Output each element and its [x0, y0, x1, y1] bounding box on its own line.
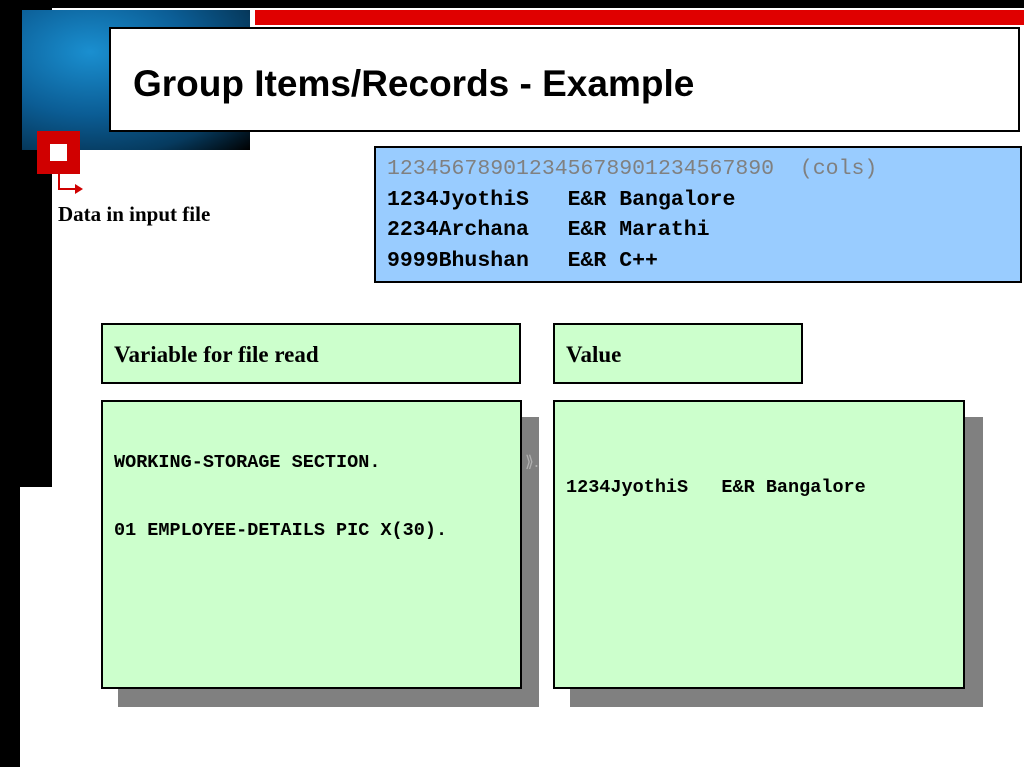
slide-title: Group Items/Records - Example	[133, 63, 695, 104]
bullet-label: Data in input file	[58, 202, 211, 226]
code-line: WORKING-STORAGE SECTION.	[114, 452, 381, 473]
value-header: Value	[553, 323, 803, 384]
corner-arrow-icon	[58, 174, 83, 194]
variable-code-box: WORKING-STORAGE SECTION. 01 EMPLOYEE-DET…	[101, 400, 522, 689]
input-data-box: 123456789012345678901234567890 (cols) 12…	[374, 146, 1022, 283]
decorative-mark: ⟫.	[525, 452, 539, 471]
bullet-square-icon	[37, 131, 80, 174]
record-line: 1234JyothiS E&R Bangalore	[387, 187, 736, 212]
record-line: 9999Bhushan E&R C++	[387, 248, 658, 273]
value-text: 1234JyothiS E&R Bangalore	[566, 477, 866, 498]
value-box: 1234JyothiS E&R Bangalore	[553, 400, 965, 689]
code-line: 01 EMPLOYEE-DETAILS PIC X(30).	[114, 520, 448, 541]
variable-header: Variable for file read	[101, 323, 521, 384]
column-ruler: 123456789012345678901234567890 (cols)	[387, 157, 878, 181]
red-top-bar	[255, 10, 1024, 25]
title-box: Group Items/Records - Example	[109, 27, 1020, 132]
record-line: 2234Archana E&R Marathi	[387, 218, 710, 242]
